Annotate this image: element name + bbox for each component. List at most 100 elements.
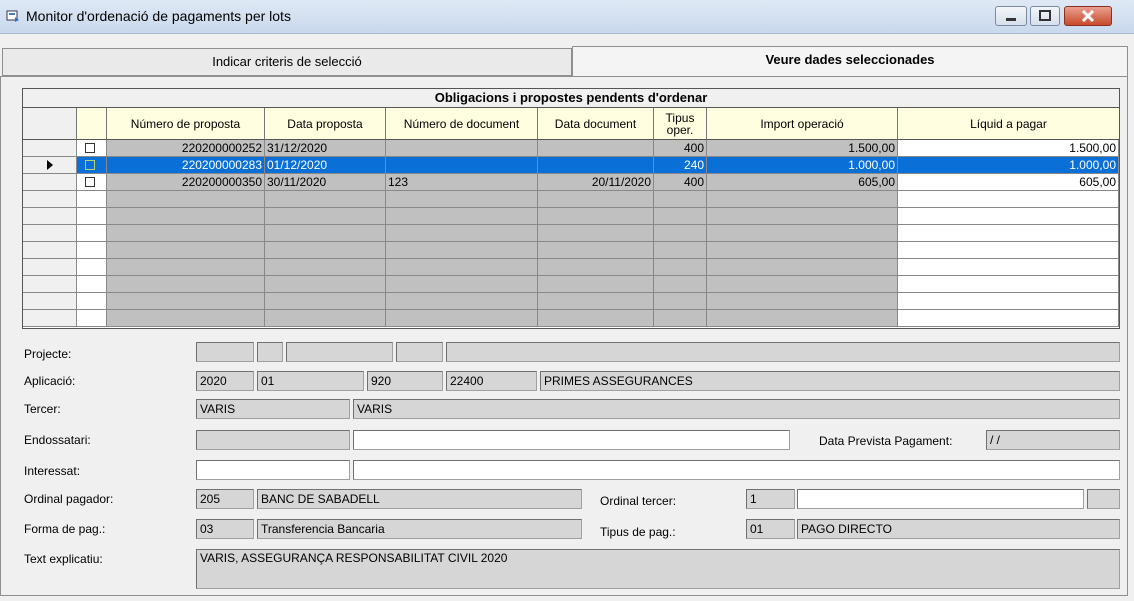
cell-num-proposta: 220200000350 xyxy=(107,174,265,191)
cell-data-document xyxy=(538,140,654,157)
row-indicator xyxy=(23,259,77,276)
projecte-field-5 xyxy=(446,342,1120,362)
cell-tipus-oper xyxy=(654,208,707,225)
row-checkbox-cell[interactable] xyxy=(77,293,107,310)
cell-data-proposta xyxy=(265,310,386,327)
row-checkbox-cell[interactable] xyxy=(77,208,107,225)
maximize-icon xyxy=(1039,10,1051,21)
tab-veure-dades[interactable]: Veure dades seleccionades xyxy=(572,46,1128,76)
projecte-field-1 xyxy=(196,342,254,362)
col-header-liquid-pagar[interactable]: Líquid a pagar xyxy=(898,108,1119,140)
row-indicator xyxy=(23,225,77,242)
row-checkbox-cell[interactable] xyxy=(77,225,107,242)
cell-num-document: 123 xyxy=(386,174,538,191)
cell-num-document xyxy=(386,310,538,327)
cell-data-document xyxy=(538,276,654,293)
cell-import-operacio: 605,00 xyxy=(707,174,898,191)
col-header-tipus-oper[interactable]: Tipus oper. xyxy=(654,108,707,140)
header-check xyxy=(77,108,107,140)
projecte-label: Projecte: xyxy=(24,347,72,361)
projecte-field-3 xyxy=(286,342,393,362)
cell-import-operacio xyxy=(707,259,898,276)
cell-import-operacio xyxy=(707,276,898,293)
cell-liquid-pagar: 1.500,00 xyxy=(898,140,1119,157)
cell-num-proposta xyxy=(107,276,265,293)
cell-num-proposta xyxy=(107,208,265,225)
row-checkbox-cell[interactable] xyxy=(77,276,107,293)
row-checkbox-cell[interactable] xyxy=(77,259,107,276)
cell-num-document xyxy=(386,276,538,293)
col-header-data-document[interactable]: Data document xyxy=(538,108,654,140)
interessat-codi-field xyxy=(196,460,350,480)
aplicacio-organic-field: 01 xyxy=(257,371,364,391)
cell-num-proposta xyxy=(107,259,265,276)
cell-data-document xyxy=(538,242,654,259)
header-indicator xyxy=(23,108,77,140)
row-checkbox-cell[interactable] xyxy=(77,191,107,208)
cell-num-document xyxy=(386,242,538,259)
cell-num-document xyxy=(386,208,538,225)
maximize-button[interactable] xyxy=(1030,6,1060,26)
app-icon xyxy=(6,10,19,22)
tipus-pag-label: Tipus de pag.: xyxy=(600,525,676,539)
cell-data-proposta xyxy=(265,293,386,310)
ordinal-pagador-nom-field: BANC DE SABADELL xyxy=(257,489,582,509)
col-header-import-operacio[interactable]: Import operació xyxy=(707,108,898,140)
forma-pag-codi-field: 03 xyxy=(196,519,254,539)
cell-import-operacio xyxy=(707,293,898,310)
cell-num-document xyxy=(386,293,538,310)
row-checkbox-cell[interactable] xyxy=(77,157,107,174)
cell-import-operacio xyxy=(707,191,898,208)
minimize-button[interactable] xyxy=(995,6,1027,26)
tercer-nom-field: VARIS xyxy=(353,399,1120,419)
row-checkbox[interactable] xyxy=(85,143,95,153)
cell-data-proposta: 01/12/2020 xyxy=(265,157,386,174)
window-title: Monitor d'ordenació de pagaments per lot… xyxy=(26,8,291,24)
cell-import-operacio xyxy=(707,310,898,327)
close-button[interactable] xyxy=(1064,6,1112,26)
row-indicator xyxy=(23,208,77,225)
row-checkbox-cell[interactable] xyxy=(77,174,107,191)
cell-num-proposta xyxy=(107,225,265,242)
cell-num-proposta xyxy=(107,310,265,327)
cell-data-proposta xyxy=(265,191,386,208)
data-grid: Obligacions i propostes pendents d'orden… xyxy=(22,88,1120,329)
row-checkbox-cell[interactable] xyxy=(77,140,107,157)
cell-num-proposta xyxy=(107,191,265,208)
ordinal-tercer-valor-field[interactable] xyxy=(797,489,1084,509)
col-header-data-proposta[interactable]: Data proposta xyxy=(265,108,386,140)
row-indicator xyxy=(23,174,77,191)
cell-num-document xyxy=(386,225,538,242)
cell-import-operacio xyxy=(707,242,898,259)
aplicacio-economic-field: 22400 xyxy=(446,371,537,391)
tipus-pag-nom-field: PAGO DIRECTO xyxy=(797,519,1120,539)
cell-data-document: 20/11/2020 xyxy=(538,174,654,191)
cell-num-proposta xyxy=(107,293,265,310)
minimize-icon xyxy=(1006,18,1016,21)
row-checkbox-cell[interactable] xyxy=(77,242,107,259)
cell-data-proposta: 30/11/2020 xyxy=(265,174,386,191)
cell-data-proposta xyxy=(265,208,386,225)
cell-num-proposta: 220200000283 xyxy=(107,157,265,174)
ordinal-tercer-codi-field: 1 xyxy=(746,489,795,509)
tercer-codi-field: VARIS xyxy=(196,399,350,419)
cell-data-document xyxy=(538,157,654,174)
col-header-num-proposta[interactable]: Número de proposta xyxy=(107,108,265,140)
row-checkbox-cell[interactable] xyxy=(77,310,107,327)
cell-liquid-pagar xyxy=(898,259,1119,276)
cell-liquid-pagar: 605,00 xyxy=(898,174,1119,191)
cell-data-document xyxy=(538,293,654,310)
tercer-label: Tercer: xyxy=(24,402,61,416)
row-checkbox[interactable] xyxy=(85,160,95,170)
cell-num-proposta xyxy=(107,242,265,259)
col-header-num-document[interactable]: Número de document xyxy=(386,108,538,140)
interessat-label: Interessat: xyxy=(24,464,81,478)
cell-data-document xyxy=(538,191,654,208)
row-checkbox[interactable] xyxy=(85,177,95,187)
cell-liquid-pagar: 1.000,00 xyxy=(898,157,1119,174)
row-indicator xyxy=(23,276,77,293)
text-explicatiu-label: Text explicatiu: xyxy=(24,552,103,566)
data-prevista-label: Data Prevista Pagament: xyxy=(819,434,953,448)
tab-indicar-criteris[interactable]: Indicar criteris de selecció xyxy=(2,48,572,76)
cell-data-proposta xyxy=(265,259,386,276)
